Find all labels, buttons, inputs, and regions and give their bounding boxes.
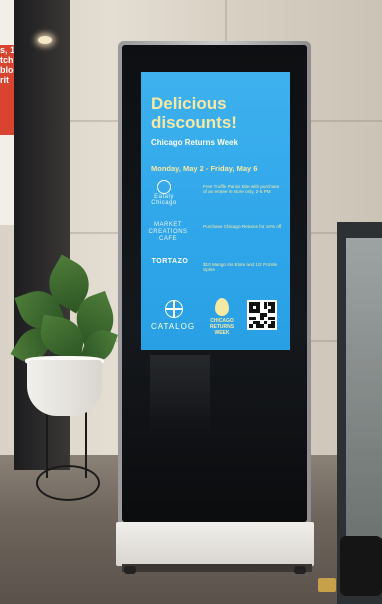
- circle-logo-icon: [157, 180, 171, 194]
- qr-cell: [260, 324, 264, 328]
- qr-code-icon: [247, 300, 277, 330]
- bench: [340, 536, 382, 596]
- ceiling-light: [38, 36, 52, 44]
- returns-week-icon: [215, 298, 229, 316]
- qr-cell: [271, 309, 275, 314]
- vendor-logo-1: Eataly Chicago: [151, 194, 177, 206]
- kiosk-base: [116, 522, 314, 566]
- door-glass: [346, 238, 382, 538]
- panel-reflection: [150, 355, 210, 435]
- plant-stand-base: [36, 465, 100, 501]
- subtitle: Chicago Returns Week: [151, 138, 238, 147]
- offer-text-3: $10 Mango Iris Elote and 1/2 Pozole Spri…: [203, 262, 278, 273]
- headline: Delicious discounts!: [151, 94, 237, 132]
- vendor-logo-3: TORTAZO: [151, 258, 189, 265]
- offer-text-1: Free Truffle Panini Bite with purchase o…: [203, 184, 280, 195]
- qr-cell: [249, 324, 253, 328]
- vendor-logo-2: MARKET CREATIONS CAFE: [148, 222, 188, 242]
- promo-dates: Monday, May 2 - Friday, May 6: [151, 164, 258, 173]
- kiosk-wheel: [294, 566, 306, 574]
- qr-cell: [271, 324, 275, 328]
- returns-week-logo: CHICAGO RETURNS WEEK: [209, 318, 235, 336]
- kiosk-screen: Delicious discounts! Chicago Returns Wee…: [141, 72, 290, 350]
- plant-pot: [27, 360, 102, 416]
- power-outlet: [318, 578, 336, 592]
- kiosk-base-shadow: [122, 564, 312, 572]
- catalog-globe-icon: [165, 300, 183, 318]
- poster-text: s, 1 tch, W blog rit: [0, 45, 14, 135]
- kiosk-wheel: [124, 566, 136, 574]
- offer-text-2: Purchase Chicago Returns for 10% off: [203, 224, 282, 229]
- catalog-logo: CATALOG: [151, 322, 196, 331]
